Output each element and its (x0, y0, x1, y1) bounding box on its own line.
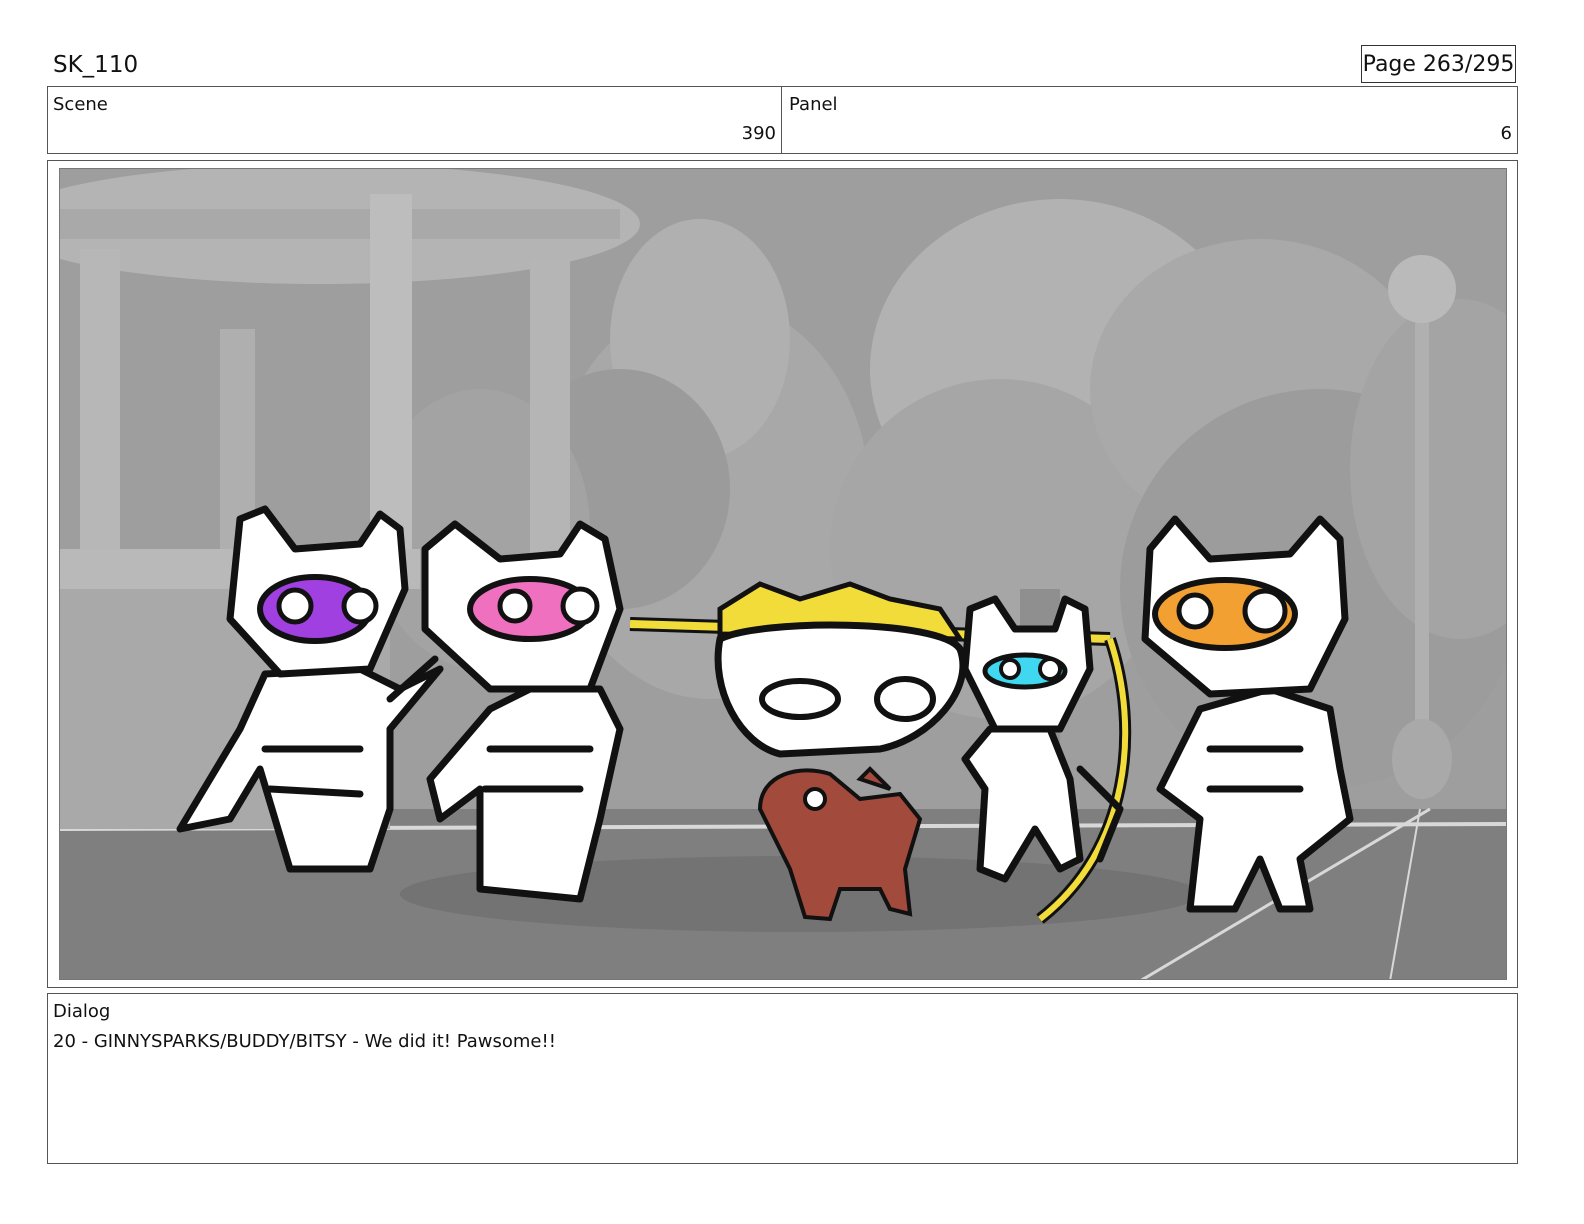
page-number: Page 263/295 (1362, 51, 1515, 77)
info-divider (781, 86, 782, 154)
scene-number: 390 (741, 123, 776, 144)
storyboard-panel-image (59, 168, 1507, 980)
scene-label: Scene (53, 94, 108, 115)
dialog-label: Dialog (53, 1001, 111, 1022)
scene-panel-info-row (47, 86, 1518, 154)
dialog-text: 20 - GINNYSPARKS/BUDDY/BITSY - We did it… (53, 1031, 556, 1052)
document-title: SK_110 (53, 52, 139, 78)
panel-number: 6 (1500, 123, 1512, 144)
page-number-box: Page 263/295 (1361, 45, 1516, 83)
dialog-box (47, 993, 1518, 1164)
panel-illustration (60, 169, 1506, 979)
panel-label: Panel (789, 94, 838, 115)
